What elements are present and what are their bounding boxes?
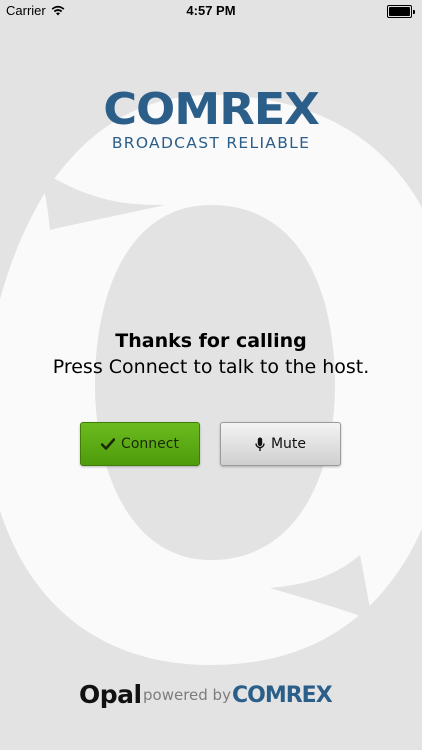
battery-tip: [413, 9, 415, 14]
opal-logo: Opal: [79, 680, 142, 709]
connect-label: Connect: [121, 436, 179, 452]
powered-by-text: powered by: [143, 686, 231, 704]
status-time: 4:57 PM: [186, 3, 236, 18]
mute-label: Mute: [270, 436, 307, 452]
message-subtitle: Press Connect to talk to the host.: [52, 356, 370, 378]
status-bar: Carrier 4:57 PM: [0, 0, 422, 22]
battery-icon: [387, 5, 412, 18]
microphone-icon: [255, 437, 265, 451]
connect-button[interactable]: Connect: [80, 422, 200, 466]
checkmark-icon: [101, 438, 116, 450]
comrex-logo: COMREX BROADCAST RELIABLE: [103, 88, 320, 153]
logo-brand: COMREX: [103, 84, 320, 135]
battery-indicator: [387, 5, 415, 18]
mute-button[interactable]: Mute: [220, 422, 341, 466]
message-title: Thanks for calling: [115, 330, 307, 352]
logo-tagline: BROADCAST RELIABLE: [111, 134, 311, 152]
footer-comrex-logo: COMREX: [232, 683, 333, 708]
footer: Opal powered by COMREX: [0, 680, 422, 714]
